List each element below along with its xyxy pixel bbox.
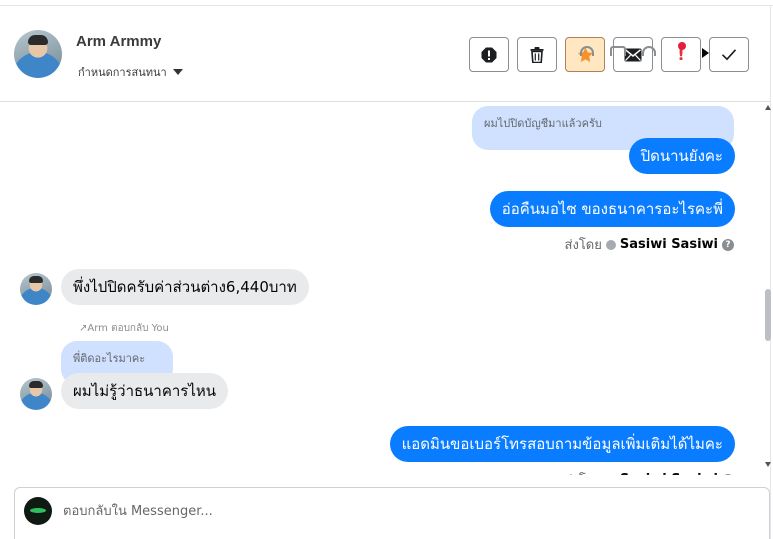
quoted-message-text: ผมไปปิดบัญชีมาแล้วครับ <box>484 117 602 130</box>
composer-toolbar <box>580 42 709 58</box>
emoji-icon[interactable] <box>642 46 656 56</box>
help-icon[interactable]: ? <box>722 238 734 251</box>
incoming-message-bubble[interactable]: ผมไม่รู้ว่าธนาคารไหน <box>61 373 229 409</box>
help-icon[interactable]: ? <box>722 473 734 475</box>
delete-button[interactable] <box>517 37 557 72</box>
contact-avatar-small[interactable] <box>20 273 52 305</box>
mark-done-button[interactable] <box>709 37 749 72</box>
scrollbar-thumb[interactable] <box>765 289 771 341</box>
mark-spam-button[interactable] <box>469 37 509 72</box>
sent-by-label: ส่งโดย <box>564 238 602 253</box>
assign-conversation-label: กำหนดการสนทนา <box>78 66 167 79</box>
sent-by-label: ส่งโดย <box>565 469 602 475</box>
incoming-message-bubble[interactable]: พึ่งไปปิดครับค่าส่วนต่าง6,440บาท <box>61 269 309 305</box>
spam-report-icon <box>481 47 497 62</box>
thread-scrollbar[interactable] <box>764 103 772 475</box>
contact-name[interactable]: Arm Armmy <box>76 33 161 50</box>
sent-by-name[interactable]: Sasiwi Sasiwi <box>620 237 718 252</box>
message-thread[interactable]: ผมไปปิดบัญชีมาแล้วครับ ปิดนานยังคะ อ่อคื… <box>0 103 764 475</box>
contact-avatar-small[interactable] <box>20 378 52 410</box>
outgoing-message-bubble[interactable]: อ่อคืนมอไซ ของธนาคารอะไรคะพี่ <box>489 191 735 227</box>
quoted-message-text: พี่ติดอะไรมาคะ <box>73 352 146 365</box>
notification-dot-icon[interactable] <box>672 42 686 56</box>
contact-avatar[interactable] <box>14 30 62 78</box>
sender-status-icon <box>605 239 616 250</box>
send-icon[interactable] <box>702 48 709 58</box>
scroll-up-arrow-icon[interactable] <box>765 105 771 110</box>
reply-indicator: ↗Arm ตอบกลับ You <box>79 323 169 334</box>
sent-by-name[interactable]: Sasiwi Sasiwi <box>620 472 718 475</box>
reply-input[interactable] <box>63 501 663 521</box>
sender-status-icon <box>605 474 616 475</box>
outgoing-message-bubble[interactable]: แอดมินขอเบอร์โทรสอบถามข้อมูลเพิ่มเติมได้… <box>389 426 735 462</box>
scroll-down-arrow-icon[interactable] <box>765 462 771 467</box>
page-avatar <box>24 497 52 525</box>
caret-down-icon <box>172 69 183 75</box>
sent-by-row: ส่งโดย Sasiwi Sasiwi ? <box>565 234 734 255</box>
trash-icon <box>530 46 544 63</box>
assign-conversation-dropdown[interactable]: กำหนดการสนทนา <box>78 63 183 81</box>
saved-reply-icon[interactable] <box>580 46 594 56</box>
sent-by-row: ส่งโดย Sasiwi Sasiwi ? <box>565 469 734 475</box>
outgoing-message-bubble[interactable]: ปิดนานยังคะ <box>628 138 735 174</box>
image-icon[interactable] <box>610 46 626 56</box>
reply-composer <box>14 487 770 539</box>
checkmark-icon <box>721 49 737 61</box>
